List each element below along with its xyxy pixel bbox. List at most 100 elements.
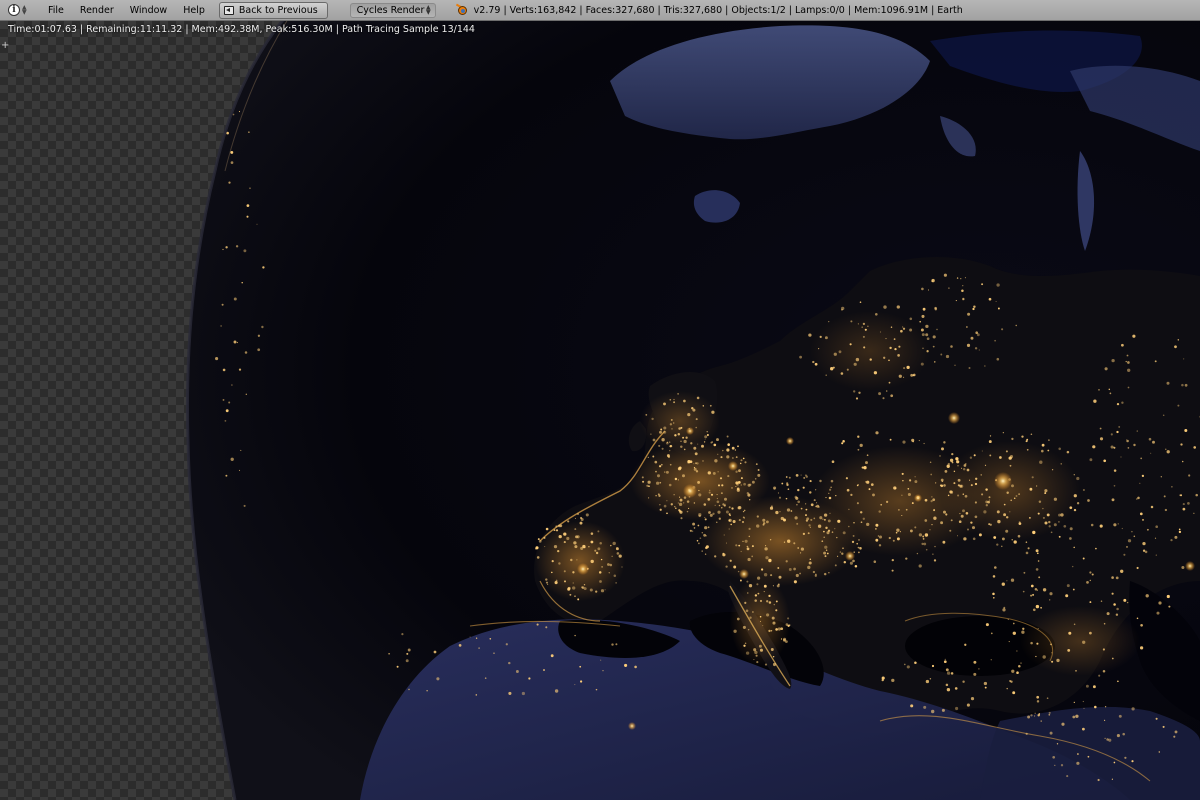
menu-help[interactable]: Help bbox=[175, 0, 213, 21]
city-light bbox=[1067, 648, 1071, 652]
city-light bbox=[853, 390, 856, 393]
city-light bbox=[728, 506, 731, 509]
city-light bbox=[970, 521, 973, 524]
city-light bbox=[716, 500, 720, 504]
city-light bbox=[246, 215, 249, 218]
city-light bbox=[1126, 439, 1128, 441]
city-light bbox=[954, 364, 956, 366]
city-light bbox=[921, 287, 924, 291]
city-light bbox=[873, 560, 877, 563]
city-light bbox=[555, 579, 558, 582]
city-light bbox=[962, 467, 966, 471]
city-light bbox=[743, 517, 745, 519]
city-light bbox=[823, 518, 826, 521]
city-light bbox=[1121, 401, 1124, 404]
city-light bbox=[697, 524, 700, 527]
city-light bbox=[677, 467, 682, 471]
city-light bbox=[1001, 545, 1003, 548]
city-light bbox=[1160, 476, 1162, 478]
city-light bbox=[576, 559, 578, 561]
city-light bbox=[747, 557, 751, 562]
city-light bbox=[718, 504, 721, 507]
city-light bbox=[821, 540, 824, 543]
city-light bbox=[919, 320, 922, 323]
city-light bbox=[903, 376, 905, 378]
city-light bbox=[1104, 367, 1108, 371]
city-light bbox=[1044, 492, 1047, 495]
city-light bbox=[1027, 715, 1031, 719]
city-light bbox=[885, 390, 888, 392]
city-light bbox=[1025, 551, 1029, 555]
city-light bbox=[235, 245, 239, 248]
city-light bbox=[1181, 460, 1184, 463]
city-light bbox=[909, 317, 913, 321]
city-light bbox=[1121, 343, 1124, 347]
city-light bbox=[743, 644, 746, 647]
city-light bbox=[1113, 446, 1116, 449]
editor-type-selector[interactable]: i ▲ ▼ bbox=[8, 2, 32, 18]
city-light bbox=[1113, 523, 1117, 527]
render-engine-select[interactable]: Cycles Render ▲ ▼ bbox=[349, 2, 436, 18]
city-light bbox=[901, 514, 903, 517]
city-light bbox=[674, 434, 677, 437]
menu-file[interactable]: File bbox=[40, 0, 72, 21]
city-light bbox=[855, 357, 860, 362]
city-light bbox=[809, 480, 812, 483]
image-editor-viewport[interactable]: Time:01:07.63 | Remaining:11:11.32 | Mem… bbox=[0, 21, 1200, 800]
city-light bbox=[1136, 430, 1138, 432]
city-light bbox=[238, 368, 242, 371]
city-light bbox=[745, 651, 750, 655]
city-light bbox=[730, 523, 733, 526]
city-light bbox=[922, 347, 924, 350]
city-light bbox=[962, 493, 965, 495]
city-light bbox=[675, 507, 677, 509]
city-light bbox=[696, 396, 700, 400]
city-light bbox=[929, 678, 932, 680]
back-to-previous-button[interactable]: Back to Previous bbox=[218, 1, 328, 19]
city-light bbox=[1003, 513, 1007, 517]
city-light bbox=[763, 591, 765, 593]
city-light bbox=[243, 504, 246, 507]
city-light bbox=[1171, 485, 1173, 488]
city-light bbox=[733, 565, 737, 569]
city-light bbox=[800, 552, 802, 554]
city-light bbox=[1073, 623, 1076, 626]
city-light bbox=[1063, 524, 1067, 528]
city-light bbox=[966, 468, 970, 472]
city-light bbox=[846, 368, 849, 371]
city-light bbox=[864, 328, 867, 331]
city-light bbox=[1049, 599, 1051, 601]
city-light bbox=[1166, 594, 1170, 599]
city-light bbox=[698, 513, 702, 517]
city-light bbox=[1148, 437, 1152, 441]
city-light bbox=[654, 460, 658, 464]
city-light bbox=[988, 496, 991, 499]
city-light bbox=[1005, 529, 1009, 533]
city-light bbox=[1011, 437, 1014, 441]
city-light bbox=[708, 491, 711, 494]
menu-window[interactable]: Window bbox=[122, 0, 175, 21]
city-light bbox=[1181, 565, 1185, 570]
city-light bbox=[857, 546, 860, 549]
city-light bbox=[694, 452, 698, 456]
city-light bbox=[724, 497, 727, 501]
city-light bbox=[835, 494, 837, 497]
city-light bbox=[595, 688, 598, 691]
city-light bbox=[1027, 547, 1030, 550]
city-light bbox=[921, 333, 925, 337]
menu-render[interactable]: Render bbox=[72, 0, 122, 21]
city-light bbox=[764, 663, 768, 666]
city-light bbox=[818, 348, 820, 350]
city-light bbox=[926, 337, 930, 341]
city-light bbox=[1072, 588, 1075, 591]
city-light bbox=[770, 648, 774, 651]
city-light bbox=[641, 476, 644, 479]
city-light bbox=[740, 477, 743, 480]
city-light bbox=[707, 498, 711, 501]
city-light bbox=[883, 356, 886, 359]
city-light bbox=[845, 477, 848, 480]
city-light bbox=[940, 521, 944, 525]
city-light bbox=[810, 503, 814, 507]
city-light bbox=[1049, 592, 1053, 596]
city-light bbox=[927, 289, 930, 291]
